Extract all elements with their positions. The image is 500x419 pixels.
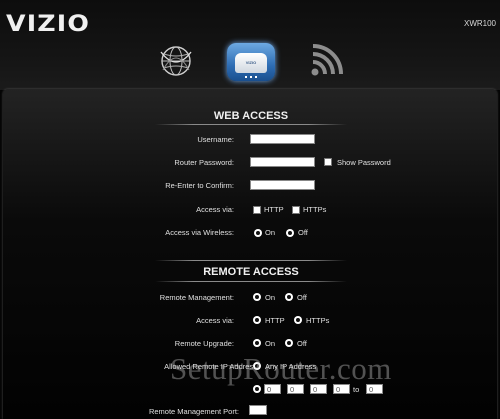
remote-https-radio[interactable] <box>294 316 302 324</box>
https-checkbox[interactable] <box>292 206 300 214</box>
ip-start-octet-2-value: 0 <box>290 385 295 394</box>
http-checkbox[interactable] <box>253 206 261 214</box>
wireless-access-label: Access via Wireless: <box>165 228 234 237</box>
allowed-ip-label: Allowed Remote IP Address: <box>164 362 259 371</box>
remote-management-on-label: On <box>265 293 276 302</box>
ip-start-octet-3-value: 0 <box>313 385 318 394</box>
model-number: XWR100 <box>463 19 496 28</box>
any-ip-label: Any IP Address <box>265 362 317 371</box>
wireless-off-label: Off <box>298 228 308 237</box>
globe-icon[interactable] <box>157 42 195 80</box>
top-bar: VIZIO XWR100 VIZIO <box>0 0 500 90</box>
vizio-logo: VIZIO <box>6 12 91 37</box>
wireless-off-radio[interactable] <box>286 229 294 237</box>
http-option-label: HTTP <box>264 205 284 214</box>
management-port-label: Remote Management Port: <box>148 407 239 416</box>
web-access-title: WEB ACCESS <box>213 110 289 122</box>
remote-management-label: Remote Management: <box>159 293 234 302</box>
section-divider <box>155 260 347 261</box>
show-password-label: Show Password <box>337 158 391 167</box>
username-label: Username: <box>197 135 234 144</box>
remote-http-radio[interactable] <box>253 316 261 324</box>
ip-range-radio[interactable] <box>253 385 261 393</box>
remote-access-via-label: Access via: <box>196 316 234 325</box>
remote-upgrade-off-radio[interactable] <box>285 339 293 347</box>
management-port-input[interactable] <box>249 405 267 415</box>
https-option-label: HTTPs <box>303 205 327 214</box>
router-shape: VIZIO <box>235 53 267 73</box>
router-password-label: Router Password: <box>174 158 234 167</box>
router-icon[interactable]: VIZIO <box>227 43 275 81</box>
remote-upgrade-on-radio[interactable] <box>253 339 261 347</box>
wireless-on-label: On <box>265 228 276 237</box>
show-password-checkbox[interactable] <box>324 158 332 166</box>
ip-end-octet-value: 0 <box>369 385 374 394</box>
wireless-icon[interactable] <box>307 42 345 80</box>
reenter-password-label: Re-Enter to Confirm: <box>165 181 234 190</box>
reenter-password-input[interactable] <box>250 180 315 190</box>
remote-http-label: HTTP <box>265 316 285 325</box>
router-password-input[interactable] <box>250 157 315 167</box>
remote-access-title: REMOTE ACCESS <box>203 266 299 278</box>
router-label: VIZIO <box>245 60 257 65</box>
ip-start-octet-4-value: 0 <box>336 385 341 394</box>
any-ip-radio[interactable] <box>253 362 261 370</box>
remote-management-on-radio[interactable] <box>253 293 261 301</box>
access-via-label: Access via: <box>196 205 234 214</box>
remote-upgrade-off-label: Off <box>297 339 307 348</box>
router-lights <box>245 76 257 78</box>
remote-https-label: HTTPs <box>306 316 330 325</box>
remote-management-off-label: Off <box>297 293 307 302</box>
remote-upgrade-label: Remote Upgrade: <box>174 339 234 348</box>
remote-upgrade-on-label: On <box>265 339 276 348</box>
ip-start-octet-1-value: 0 <box>267 385 272 394</box>
remote-access-divider <box>155 281 347 282</box>
remote-management-off-radio[interactable] <box>285 293 293 301</box>
wireless-on-radio[interactable] <box>254 229 262 237</box>
ip-range-to-label: to <box>353 385 360 394</box>
username-input[interactable] <box>250 134 315 144</box>
web-access-divider <box>155 124 347 125</box>
